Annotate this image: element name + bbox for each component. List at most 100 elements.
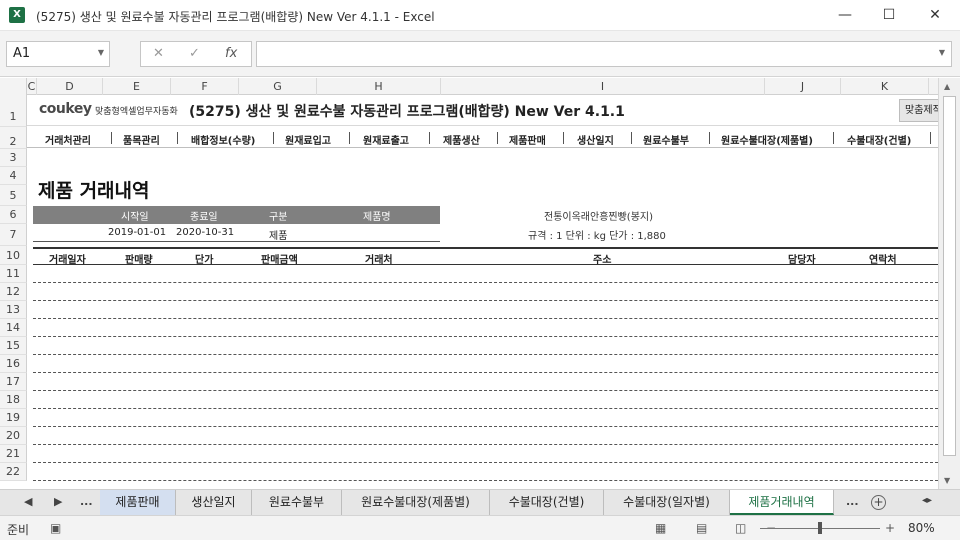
page-break-view-icon[interactable]: ◫ bbox=[735, 521, 746, 535]
row-header[interactable]: 4 bbox=[0, 167, 27, 185]
table-row[interactable] bbox=[33, 462, 938, 463]
column-header-i[interactable]: I bbox=[441, 78, 765, 95]
tab-ledger-by-case[interactable]: 수불대장(건별) bbox=[490, 490, 604, 515]
enter-icon[interactable]: ✓ bbox=[189, 46, 200, 61]
menu-item-ledger-by-product[interactable]: 원료수불대장(제품별) bbox=[721, 132, 813, 147]
start-date-input[interactable]: 2019-01-01 bbox=[108, 227, 166, 238]
menu-item-material-out[interactable]: 원재료출고 bbox=[363, 132, 409, 147]
page-title: 제품 거래내역 bbox=[38, 180, 150, 202]
coukey-logo: coukey bbox=[39, 101, 92, 117]
menu-item-material-in[interactable]: 원재료입고 bbox=[285, 132, 331, 147]
tab-production-log[interactable]: 생산일지 bbox=[176, 490, 252, 515]
zoom-level[interactable]: 80% bbox=[908, 521, 935, 535]
table-row[interactable] bbox=[33, 444, 938, 445]
worksheet-grid[interactable]: C D E F G H I J K 1 2 3 4 5 6 7 10 11 12… bbox=[0, 78, 938, 489]
table-row[interactable] bbox=[33, 480, 938, 481]
column-header-c[interactable]: C bbox=[27, 78, 37, 95]
title-bar: X (5275) 생산 및 원료수불 자동관리 프로그램(배합량) New Ve… bbox=[0, 0, 960, 31]
table-row[interactable] bbox=[33, 372, 938, 373]
table-row[interactable] bbox=[33, 408, 938, 409]
tab-ledger-by-date[interactable]: 수불대장(일자별) bbox=[604, 490, 730, 515]
row-header[interactable]: 11 bbox=[0, 265, 27, 283]
scroll-up-icon[interactable]: ▲ bbox=[944, 82, 950, 91]
column-header-h[interactable]: H bbox=[317, 78, 441, 95]
row-header[interactable]: 12 bbox=[0, 283, 27, 301]
row-header[interactable]: 14 bbox=[0, 319, 27, 337]
end-date-input[interactable]: 2020-10-31 bbox=[176, 227, 234, 238]
formula-buttons: ✕ ✓ fx bbox=[140, 41, 252, 67]
close-button[interactable]: ✕ bbox=[912, 0, 958, 31]
row-header[interactable]: 15 bbox=[0, 337, 27, 355]
add-sheet-icon[interactable]: + bbox=[871, 495, 886, 510]
vertical-scrollbar[interactable]: ▲ ▼ bbox=[938, 78, 960, 489]
maximize-button[interactable]: ☐ bbox=[866, 0, 912, 31]
tab-more-left[interactable]: ... bbox=[80, 495, 93, 508]
tab-more-right[interactable]: ... bbox=[846, 495, 859, 508]
column-header-f[interactable]: F bbox=[171, 78, 239, 95]
row-header[interactable]: 22 bbox=[0, 463, 27, 481]
insert-function-icon[interactable]: fx bbox=[225, 46, 237, 61]
cancel-icon[interactable]: ✕ bbox=[153, 46, 164, 61]
expand-formula-icon[interactable]: ▼ bbox=[939, 48, 945, 57]
row-header[interactable]: 18 bbox=[0, 391, 27, 409]
row-header[interactable]: 2 bbox=[0, 127, 27, 149]
tab-prev-icon[interactable]: ◀ bbox=[24, 495, 32, 508]
row-header[interactable]: 20 bbox=[0, 427, 27, 445]
row-header[interactable]: 21 bbox=[0, 445, 27, 463]
zoom-slider-thumb[interactable] bbox=[818, 522, 822, 534]
column-header-k[interactable]: K bbox=[841, 78, 929, 95]
tab-product-transactions[interactable]: 제품거래내역 bbox=[730, 490, 834, 515]
row-header[interactable]: 10 bbox=[0, 246, 27, 265]
formula-input[interactable]: ▼ bbox=[256, 41, 952, 67]
menu-item-mix-info[interactable]: 배합정보(수량) bbox=[191, 132, 255, 147]
row-header[interactable]: 6 bbox=[0, 206, 27, 224]
row-header[interactable]: 5 bbox=[0, 185, 27, 206]
chevron-down-icon[interactable]: ▼ bbox=[98, 48, 104, 57]
tab-split-handle-icon[interactable]: ◂▸ bbox=[922, 495, 932, 506]
category-select[interactable]: 제품 bbox=[269, 227, 287, 242]
row-header[interactable]: 3 bbox=[0, 149, 27, 167]
table-row[interactable] bbox=[33, 354, 938, 355]
table-row[interactable] bbox=[33, 300, 938, 301]
row-header[interactable]: 17 bbox=[0, 373, 27, 391]
tab-next-icon[interactable]: ▶ bbox=[54, 495, 62, 508]
tab-material-ledger-by-product[interactable]: 원료수불대장(제품별) bbox=[342, 490, 490, 515]
select-all-corner[interactable] bbox=[0, 78, 27, 95]
row-header[interactable]: 7 bbox=[0, 224, 27, 246]
menu-item-production[interactable]: 제품생산 bbox=[443, 132, 480, 147]
row-header[interactable]: 16 bbox=[0, 355, 27, 373]
table-row[interactable] bbox=[33, 282, 938, 283]
column-header-d[interactable]: D bbox=[37, 78, 103, 95]
zoom-in-button[interactable]: + bbox=[885, 521, 895, 535]
table-row[interactable] bbox=[33, 336, 938, 337]
tab-material-ledger[interactable]: 원료수불부 bbox=[252, 490, 342, 515]
row-header[interactable]: 1 bbox=[0, 95, 27, 127]
menu-item-clients[interactable]: 거래처관리 bbox=[45, 132, 91, 147]
custom-order-button[interactable]: 맞춤제작 bbox=[899, 99, 938, 122]
product-spec-label: 규격 : 1 단위 : kg 단가 : 1,880 bbox=[528, 231, 666, 242]
table-row[interactable] bbox=[33, 426, 938, 427]
tab-product-sales[interactable]: 제품판매 bbox=[100, 490, 176, 515]
normal-view-icon[interactable]: ▦ bbox=[655, 521, 666, 535]
menu-item-daily-log[interactable]: 생산일지 bbox=[577, 132, 614, 147]
menu-divider bbox=[497, 132, 498, 144]
table-row[interactable] bbox=[33, 318, 938, 319]
row-header[interactable]: 19 bbox=[0, 409, 27, 427]
name-box[interactable]: A1 ▼ bbox=[6, 41, 110, 67]
column-header-j[interactable]: J bbox=[765, 78, 841, 95]
page-layout-view-icon[interactable]: ▤ bbox=[696, 521, 707, 535]
scroll-down-icon[interactable]: ▼ bbox=[944, 476, 950, 485]
transactions-table-header: 거래일자 판매량 단가 판매금액 거래처 주소 담당자 연락처 bbox=[33, 247, 938, 266]
column-header-e[interactable]: E bbox=[103, 78, 171, 95]
macro-record-icon[interactable]: ▣ bbox=[50, 521, 61, 535]
menu-item-ledger-by-case[interactable]: 수불대장(건별) bbox=[847, 132, 911, 147]
column-header-g[interactable]: G bbox=[239, 78, 317, 95]
table-row[interactable] bbox=[33, 390, 938, 391]
menu-item-sales[interactable]: 제품판매 bbox=[509, 132, 546, 147]
scroll-thumb[interactable] bbox=[943, 96, 956, 456]
menu-item-items[interactable]: 품목관리 bbox=[123, 132, 160, 147]
row-header[interactable]: 13 bbox=[0, 301, 27, 319]
menu-item-ledger[interactable]: 원료수불부 bbox=[643, 132, 689, 147]
menu-divider bbox=[349, 132, 350, 144]
minimize-button[interactable]: — bbox=[822, 0, 868, 31]
